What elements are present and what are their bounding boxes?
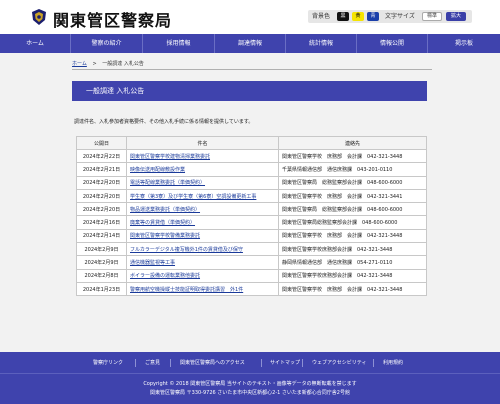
police-emblem-icon[interactable] bbox=[32, 9, 46, 25]
table-row: 2024年2月9日 フルカラーデジタル複写機外1件の賃貸借及び保守 関東管区警察… bbox=[76, 242, 427, 257]
page-intro: 調達件名、入札参加者資格要件、その他入札手続に係る情報を提供しています。 bbox=[74, 119, 254, 125]
footer-link-sitemap[interactable]: サイトマップ bbox=[270, 359, 300, 366]
footer-separator bbox=[170, 359, 171, 367]
row-date: 2024年2月20日 bbox=[76, 188, 127, 204]
footer-link-accessibility[interactable]: ウェブアクセシビリティ bbox=[312, 359, 366, 366]
footer-link-feedback[interactable]: ご意見 bbox=[145, 359, 160, 366]
font-standard-button[interactable]: 標準 bbox=[422, 12, 442, 21]
footer-divider bbox=[0, 373, 500, 374]
row-date: 2024年2月21日 bbox=[76, 162, 127, 177]
row-date: 2024年2月16日 bbox=[76, 215, 127, 230]
row-subject-link[interactable]: 関東管区警察学校建物清掃業務委託 bbox=[130, 154, 210, 160]
footer-links: 警察庁リンク ご意見 関東管区警察局へのアクセス サイトマップ ウェブアクセシビ… bbox=[0, 359, 500, 368]
column-header-contact: 連絡先 bbox=[278, 136, 427, 150]
row-subject-link[interactable]: ボイラー設備の運転業務他委託 bbox=[130, 273, 200, 279]
nav-item-procurement[interactable]: 調達情報 bbox=[215, 34, 286, 53]
row-subject-link[interactable]: 廃棄等の賃貸借（単価契約） bbox=[130, 220, 195, 226]
row-subject-link[interactable]: 映像伝送用配線敷設作業 bbox=[130, 167, 185, 173]
footer-link-terms[interactable]: 利用規約 bbox=[383, 359, 403, 366]
nav-item-recruit[interactable]: 採用情報 bbox=[143, 34, 215, 53]
table-row: 2024年2月20日 学生寮（第3寮）及び学生寮（第6寮）空調設備更新工事 関東… bbox=[76, 188, 427, 204]
table-row: 2024年2月22日 関東管区警察学校建物清掃業務委託 関東管区警察学校 庶務部… bbox=[76, 148, 427, 164]
table-row: 2024年2月9日 通信機器監視等工事 静岡県情報通信部 通信庶務課 054-2… bbox=[76, 255, 427, 270]
table-row: 2024年1月23日 警察用航空機操縦士技能証明取得委託講習 外1件 関東管区警… bbox=[76, 281, 427, 297]
nav-item-about[interactable]: 警察の紹介 bbox=[71, 34, 143, 53]
nav-item-bulletin[interactable]: 掲示板 bbox=[428, 34, 500, 53]
site-footer: 警察庁リンク ご意見 関東管区警察局へのアクセス サイトマップ ウェブアクセシビ… bbox=[0, 352, 500, 404]
table-row: 2024年2月20日 電話等配線業務委託（単価契約） 関東管区警察局 総務監察部… bbox=[76, 175, 427, 190]
procurement-table: 公開日 件名 連絡先 2024年2月22日 関東管区警察学校建物清掃業務委託 関… bbox=[76, 136, 427, 297]
footer-separator bbox=[373, 359, 374, 367]
breadcrumb-separator: > bbox=[92, 61, 97, 67]
row-contact: 関東管区警察学校 庶務部 会計課 042-321-3441 bbox=[278, 188, 427, 204]
breadcrumb-home-link[interactable]: ホーム bbox=[72, 61, 87, 67]
breadcrumb-divider bbox=[72, 69, 432, 70]
font-size-label: 文字サイズ bbox=[385, 13, 415, 20]
row-date: 2024年1月23日 bbox=[76, 281, 127, 297]
bg-black-button[interactable]: 黒 bbox=[337, 12, 349, 21]
row-subject-link[interactable]: 警察用航空機操縦士技能証明取得委託講習 外1件 bbox=[130, 287, 243, 293]
nav-item-disclosure[interactable]: 情報公開 bbox=[357, 34, 428, 53]
nav-item-statistics[interactable]: 統計情報 bbox=[286, 34, 357, 53]
page-title: 一般調達 入札公告 bbox=[72, 81, 427, 101]
row-contact: 静岡県情報通信部 通信庶務課 054-271-0110 bbox=[278, 255, 427, 270]
row-contact: 関東管区警察局 総務監察部会計課 048-600-6000 bbox=[278, 175, 427, 190]
bg-blue-button[interactable]: 青 bbox=[367, 12, 379, 21]
footer-separator bbox=[302, 359, 303, 367]
row-contact: 千葉県情報通信部 通信庶務課 043-201-0110 bbox=[278, 162, 427, 177]
accessibility-tools: 背景色 黒 黄 青 文字サイズ 標準 拡大 bbox=[308, 10, 472, 23]
row-subject-link[interactable]: 学生寮（第3寮）及び学生寮（第6寮）空調設備更新工事 bbox=[130, 194, 256, 200]
table-row: 2024年2月8日 ボイラー設備の運転業務他委託 関東管区警察学校庶務部会計課 … bbox=[76, 268, 427, 283]
nav-item-home[interactable]: ホーム bbox=[0, 34, 71, 53]
row-subject-link[interactable]: 通信機器監視等工事 bbox=[130, 260, 175, 266]
bg-color-label: 背景色 bbox=[312, 13, 331, 20]
row-subject-link[interactable]: フルカラーデジタル複写機外1件の賃貸借及び保守 bbox=[130, 247, 243, 253]
row-date: 2024年2月20日 bbox=[76, 202, 127, 217]
row-date: 2024年2月9日 bbox=[76, 255, 127, 270]
site-header: 関東管区警察局 背景色 黒 黄 青 文字サイズ 標準 拡大 bbox=[0, 0, 500, 34]
row-contact: 関東管区警察学校 庶務部 会計課 042-321-3448 bbox=[278, 281, 427, 297]
table-row: 2024年2月21日 映像伝送用配線敷設作業 千葉県情報通信部 通信庶務課 04… bbox=[76, 162, 427, 177]
breadcrumb-current: 一般調達 入札公告 bbox=[102, 61, 144, 67]
footer-copyright: Copyright © 2018 関東管区警察局 当サイトのテキスト・画像等デー… bbox=[143, 381, 357, 387]
row-date: 2024年2月8日 bbox=[76, 268, 127, 283]
bg-yellow-button[interactable]: 黄 bbox=[352, 12, 364, 21]
footer-address: 関東管区警察局 〒330-9726 さいたま市中央区新都心2-1 さいたま新都心… bbox=[150, 390, 350, 396]
row-date: 2024年2月9日 bbox=[76, 242, 127, 257]
row-contact: 関東管区警察学校 庶務部 会計課 042-321-3448 bbox=[278, 228, 427, 244]
row-contact: 関東管区警察学校 庶務部 会計課 042-321-3448 bbox=[278, 148, 427, 164]
row-subject-link[interactable]: 電話等配線業務委託（単価契約） bbox=[130, 180, 205, 186]
row-contact: 関東管区警察学校庶務部会計課 042-321-3448 bbox=[278, 242, 427, 257]
footer-link-npa[interactable]: 警察庁リンク bbox=[93, 359, 123, 366]
table-row: 2024年2月14日 関東管区警察学校警備業務委託 関東管区警察学校 庶務部 会… bbox=[76, 228, 427, 244]
row-contact: 関東管区警察局 総務監察部会計課 048-600-6000 bbox=[278, 202, 427, 217]
font-large-button[interactable]: 拡大 bbox=[446, 12, 466, 21]
site-title[interactable]: 関東管区警察局 bbox=[53, 7, 172, 31]
row-date: 2024年2月14日 bbox=[76, 228, 127, 244]
row-contact: 関東管区警察局総務監察部会計課 048-600-6000 bbox=[278, 215, 427, 230]
row-date: 2024年2月22日 bbox=[76, 148, 127, 164]
row-subject-link[interactable]: 関東管区警察学校警備業務委託 bbox=[130, 233, 200, 239]
global-nav: ホーム 警察の紹介 採用情報 調達情報 統計情報 情報公開 掲示板 bbox=[0, 34, 500, 53]
column-header-date: 公開日 bbox=[76, 136, 127, 150]
breadcrumb: ホーム > 一般調達 入札公告 bbox=[72, 60, 144, 67]
row-contact: 関東管区警察学校庶務部会計課 042-321-3448 bbox=[278, 268, 427, 283]
table-row: 2024年2月16日 廃棄等の賃貸借（単価契約） 関東管区警察局総務監察部会計課… bbox=[76, 215, 427, 230]
footer-separator bbox=[261, 359, 262, 367]
footer-link-access[interactable]: 関東管区警察局へのアクセス bbox=[180, 359, 245, 366]
table-header-row: 公開日 件名 連絡先 bbox=[76, 136, 427, 150]
row-subject-link[interactable]: 物品運送業務委託（単価契約） bbox=[130, 207, 200, 213]
footer-separator bbox=[135, 359, 136, 367]
table-row: 2024年2月20日 物品運送業務委託（単価契約） 関東管区警察局 総務監察部会… bbox=[76, 202, 427, 217]
column-header-subject: 件名 bbox=[126, 136, 279, 150]
row-date: 2024年2月20日 bbox=[76, 175, 127, 190]
